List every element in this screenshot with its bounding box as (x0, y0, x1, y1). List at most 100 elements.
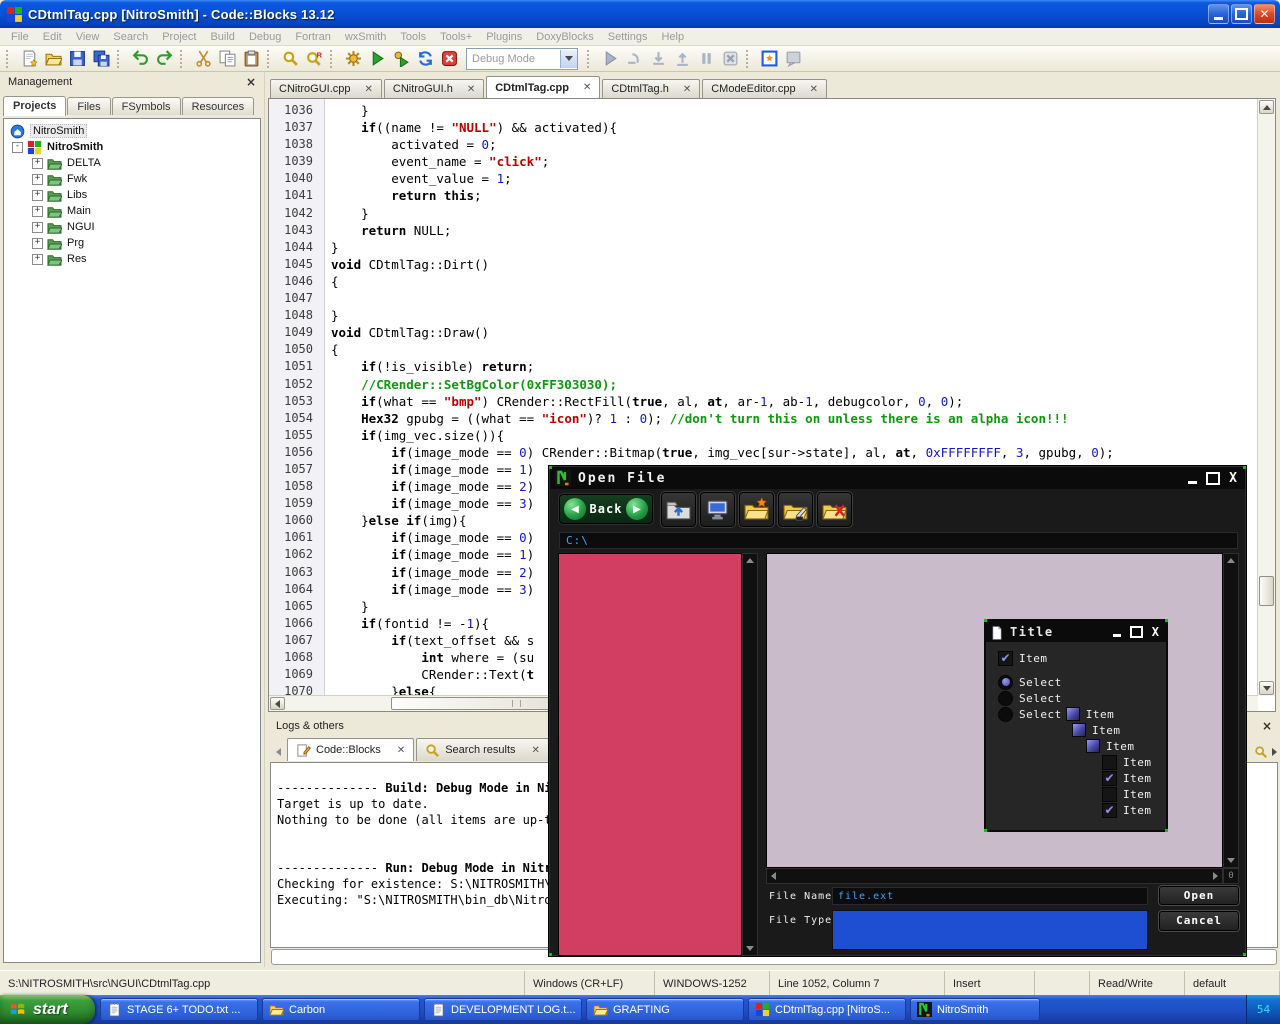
paste-button[interactable] (239, 48, 263, 70)
taskbar-task-4[interactable]: CDtmlTag.cpp [NitroS... (748, 998, 906, 1021)
tab-close-icon[interactable]: ✕ (467, 84, 475, 95)
delete-folder-button[interactable] (817, 492, 852, 527)
restore-button[interactable] (1231, 4, 1252, 24)
mini-row[interactable]: ✔Item (986, 770, 1166, 786)
cancel-button[interactable]: Cancel (1159, 911, 1239, 931)
tree-folder-libs[interactable]: +Libs (4, 187, 260, 203)
mini-maximize-icon[interactable] (1130, 626, 1143, 638)
new-file-button[interactable] (17, 48, 41, 70)
file-type-select[interactable] (832, 910, 1148, 950)
editor-tab-cmodeeditor.cpp[interactable]: CModeEditor.cpp✕ (702, 79, 827, 98)
tree-folder-ngui[interactable]: +NGUI (4, 219, 260, 235)
filelist-vscrollbar[interactable] (1223, 553, 1239, 868)
checkbox-unchecked[interactable] (1102, 787, 1117, 802)
editor-vscrollbar[interactable] (1257, 99, 1275, 696)
debug-window-button[interactable] (757, 48, 781, 70)
editor-tab-cnitrogui.h[interactable]: CNitroGUI.h✕ (384, 79, 484, 98)
mini-window-titlebar[interactable]: Title X (986, 621, 1166, 642)
checkbox-checked[interactable]: ✔ (998, 651, 1013, 666)
expand-icon[interactable]: + (32, 238, 43, 249)
management-tab-resources[interactable]: Resources (182, 97, 255, 115)
folder-up-button[interactable] (661, 492, 696, 527)
tree-folder-fwk[interactable]: +Fwk (4, 171, 260, 187)
step-out-button[interactable] (670, 48, 694, 70)
step-into-button[interactable] (646, 48, 670, 70)
tab-close-icon[interactable]: ✕ (532, 745, 540, 756)
menu-doxyblocks[interactable]: DoxyBlocks (529, 30, 600, 44)
taskbar-task-2[interactable]: DEVELOPMENT LOG.t... (424, 998, 582, 1021)
tree-folder-res[interactable]: +Res (4, 251, 260, 267)
dialog-maximize-icon[interactable] (1206, 472, 1220, 485)
resize-handle[interactable] (984, 829, 987, 832)
menu-help[interactable]: Help (654, 30, 691, 44)
taskbar-task-5[interactable]: NitroSmith (910, 998, 1040, 1021)
path-bar[interactable]: C:\ (559, 532, 1238, 549)
redo-button[interactable] (152, 48, 176, 70)
back-button[interactable]: ◀ Back ▶ (559, 494, 653, 524)
expand-icon[interactable]: + (32, 206, 43, 217)
menu-build[interactable]: Build (203, 30, 241, 44)
management-tab-files[interactable]: Files (67, 97, 110, 115)
my-computer-button[interactable] (700, 492, 735, 527)
mini-row[interactable]: Item (986, 786, 1166, 802)
tree-folder-main[interactable]: +Main (4, 203, 260, 219)
menu-tools[interactable]: Tools+ (433, 30, 479, 44)
file-name-input[interactable]: file.ext (832, 887, 1148, 905)
management-tab-fsymbols[interactable]: FSymbols (112, 97, 181, 115)
expand-icon[interactable]: + (32, 174, 43, 185)
copy-button[interactable] (215, 48, 239, 70)
checkbox-checked[interactable]: ✔ (1102, 771, 1117, 786)
dialog-titlebar[interactable]: Open File X (550, 467, 1245, 489)
checkbox-checked[interactable]: ✔ (1102, 803, 1117, 818)
menu-project[interactable]: Project (155, 30, 203, 44)
menu-search[interactable]: Search (106, 30, 155, 44)
editor-tab-cdtmltag.cpp[interactable]: CDtmlTag.cpp✕ (486, 76, 600, 98)
scroll-up-icon[interactable] (1259, 100, 1274, 114)
forward-arrow-icon[interactable]: ▶ (626, 498, 648, 520)
mini-minimize-icon[interactable] (1113, 634, 1121, 637)
taskbar-task-0[interactable]: STAGE 6+ TODO.txt ... (100, 998, 258, 1021)
find-button[interactable] (278, 48, 302, 70)
expand-icon[interactable]: + (32, 190, 43, 201)
collapse-icon[interactable]: - (12, 142, 23, 153)
build-button[interactable] (341, 48, 365, 70)
toggle-square[interactable] (1072, 723, 1086, 737)
mini-row[interactable]: Select (986, 674, 1166, 690)
mini-row[interactable]: SelectItem (986, 706, 1166, 722)
abort-button[interactable] (437, 48, 461, 70)
logs-tab-search-results[interactable]: Search results✕ (416, 738, 549, 761)
menu-fortran[interactable]: Fortran (288, 30, 337, 44)
toggle-square[interactable] (1086, 739, 1100, 753)
combo-dropdown-icon[interactable] (560, 50, 577, 68)
menu-plugins[interactable]: Plugins (479, 30, 529, 44)
stop-debug-button[interactable] (718, 48, 742, 70)
resize-handle[interactable] (549, 466, 552, 469)
mini-close-icon[interactable]: X (1152, 625, 1159, 639)
editor-tab-cdtmltag.h[interactable]: CDtmlTag.h✕ (602, 79, 700, 98)
scroll-left-icon[interactable] (270, 697, 285, 710)
mini-row[interactable]: Item (986, 738, 1166, 754)
filelist-hscrollbar[interactable] (766, 868, 1223, 884)
close-button[interactable]: ✕ (1254, 4, 1275, 24)
expand-icon[interactable]: + (32, 222, 43, 233)
step-next-button[interactable] (622, 48, 646, 70)
logs-close-icon[interactable]: × (1262, 719, 1272, 733)
scroll-down-icon[interactable] (1259, 681, 1274, 695)
menu-wxsmith[interactable]: wxSmith (338, 30, 394, 44)
places-vscrollbar[interactable] (742, 553, 758, 956)
build-target-select[interactable]: Debug Mode (466, 48, 578, 70)
open-button[interactable]: Open (1159, 886, 1239, 905)
tabs-scroll-right-icon[interactable] (1272, 748, 1277, 756)
toggle-square[interactable] (1066, 707, 1080, 721)
debug-run-button[interactable] (598, 48, 622, 70)
tabs-scroll-left-icon[interactable] (271, 743, 285, 761)
dialog-close-icon[interactable]: X (1229, 471, 1237, 486)
tree-folder-prg[interactable]: +Prg (4, 235, 260, 251)
logs-tab-code-blocks[interactable]: Code::Blocks✕ (287, 738, 414, 761)
tab-close-icon[interactable]: ✕ (583, 82, 591, 93)
management-tab-projects[interactable]: Projects (3, 96, 66, 116)
editor-tab-cnitrogui.cpp[interactable]: CNitroGUI.cpp✕ (270, 79, 382, 98)
minimize-button[interactable] (1208, 4, 1229, 24)
build-run-button[interactable] (389, 48, 413, 70)
places-panel[interactable] (558, 553, 742, 956)
